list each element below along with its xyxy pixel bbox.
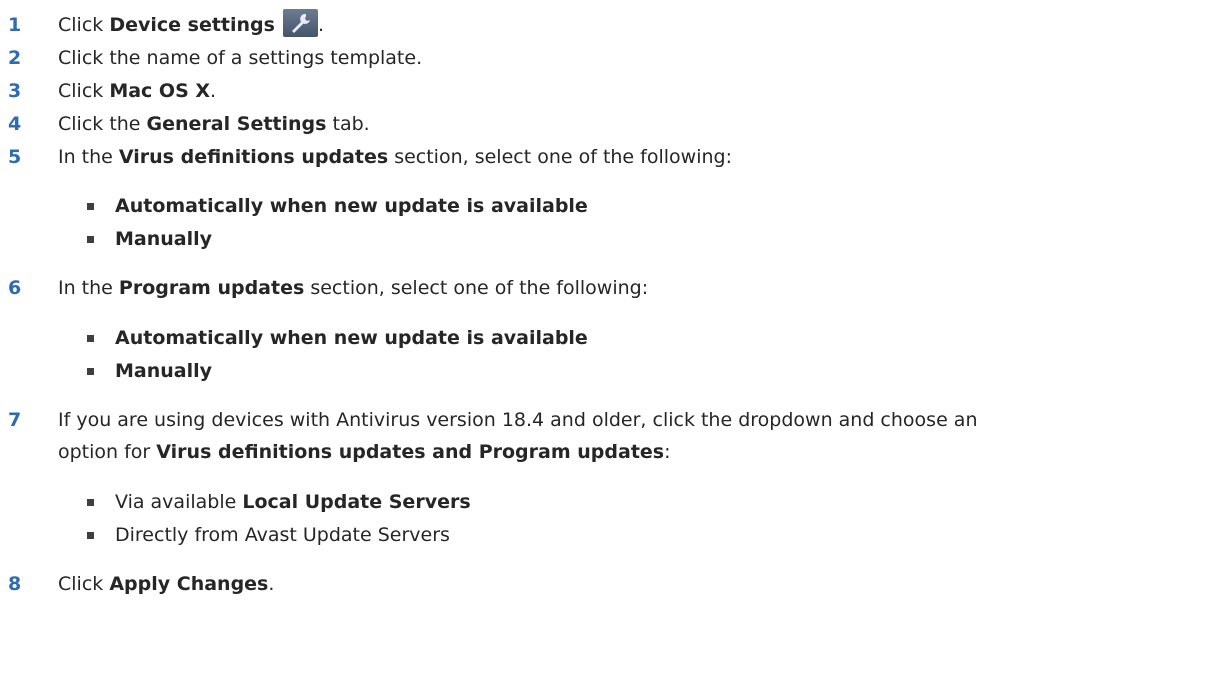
step-text: Click the General Settings tab. (58, 113, 370, 135)
step-text: Click Device settings . (58, 9, 324, 42)
ui-term: Local Update Servers (242, 491, 471, 513)
option-label: Manually (115, 228, 213, 250)
bullet-icon (87, 368, 94, 375)
step-number: 7 (8, 409, 22, 431)
instructions-document: 1 Click Device settings . 2 Click the na… (0, 0, 1210, 683)
step-text: In the Program updates section, select o… (58, 277, 649, 299)
ui-term: Virus definitions updates (118, 146, 389, 168)
step-number: 3 (8, 80, 22, 102)
step-number: 8 (8, 573, 22, 595)
bullet-icon (87, 203, 94, 210)
option-label: Automatically when new update is availab… (115, 195, 588, 217)
ui-term: Program updates (118, 277, 305, 299)
step-text: Click Apply Changes. (58, 573, 275, 595)
ui-term: Device settings (109, 14, 275, 36)
ui-term: Apply Changes (109, 573, 269, 595)
option-label: Directly from Avast Update Servers (115, 524, 450, 546)
ui-term: Virus definitions updates and Program up… (156, 441, 665, 463)
ui-term: General Settings (146, 113, 327, 135)
bullet-icon (87, 335, 94, 342)
step-number: 1 (8, 14, 22, 36)
step-text: If you are using devices with Antivirus … (58, 409, 978, 431)
step-number: 5 (8, 146, 22, 168)
step-number: 4 (8, 113, 22, 135)
wrench-icon (283, 9, 319, 37)
step-text: Click the name of a settings template. (58, 47, 423, 69)
bullet-icon (87, 532, 94, 539)
option-label: Automatically when new update is availab… (115, 327, 588, 349)
ui-term: Mac OS X (109, 80, 211, 102)
option-label: Via available Local Update Servers (115, 491, 471, 513)
bullet-icon (87, 236, 94, 243)
step-number: 6 (8, 277, 22, 299)
step-text: In the Virus definitions updates section… (58, 146, 732, 168)
bullet-icon (87, 499, 94, 506)
step-text: option for Virus definitions updates and… (58, 441, 671, 463)
step-number: 2 (8, 47, 22, 69)
option-label: Manually (115, 360, 213, 382)
step-text: Click Mac OS X. (58, 80, 217, 102)
